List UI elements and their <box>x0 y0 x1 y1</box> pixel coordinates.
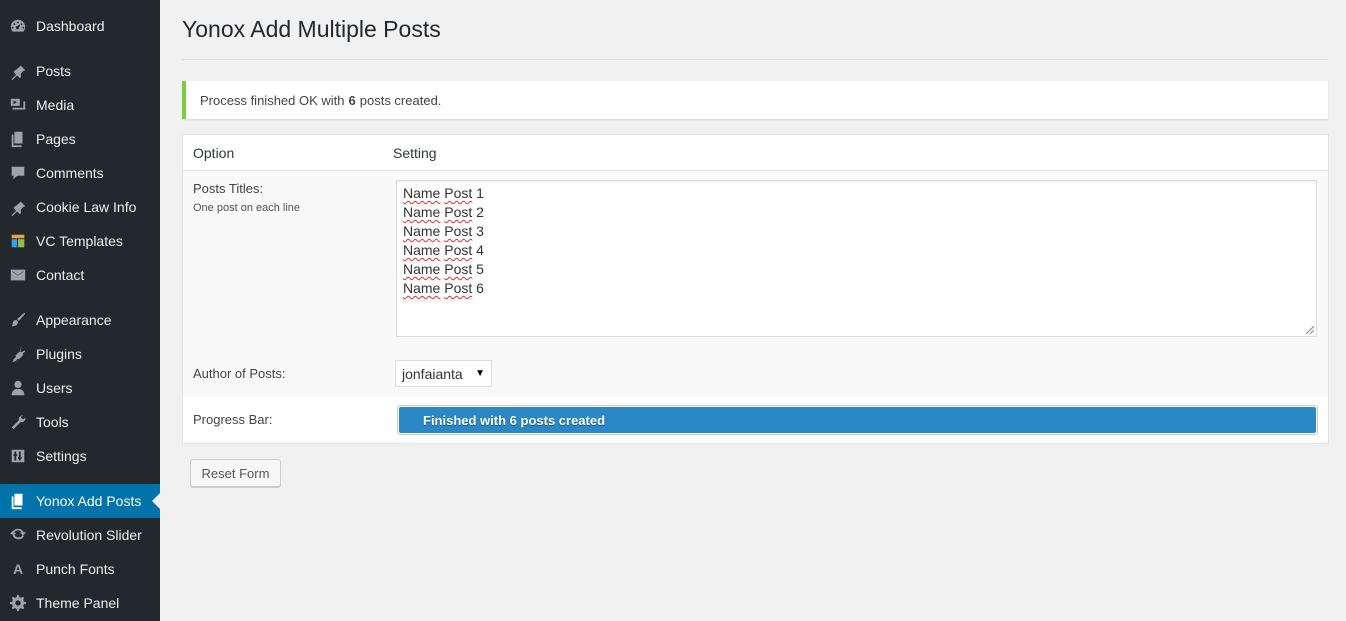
table-header: Option Setting <box>183 135 1328 171</box>
author-select[interactable]: jonfaianta ▼ <box>395 360 492 387</box>
textarea-line: Name Post 5 <box>403 261 484 277</box>
chevron-down-icon: ▼ <box>475 368 485 379</box>
sidebar-item-label: Pages <box>36 131 76 147</box>
progress-label: Progress Bar: <box>193 412 273 427</box>
success-notice: Process finished OK with 6 posts created… <box>182 81 1328 119</box>
wrench-icon <box>0 413 36 431</box>
sidebar-item-label: Settings <box>36 448 87 464</box>
notice-prefix: Process finished OK with <box>200 92 345 108</box>
reset-form-button[interactable]: Reset Form <box>190 459 281 487</box>
options-table: Option Setting Posts Titles: One post on… <box>182 134 1329 444</box>
sidebar-item-label: Punch Fonts <box>36 561 115 577</box>
sidebar-item-revolution-slider[interactable]: Revolution Slider <box>0 518 160 552</box>
sidebar-item-label: VC Templates <box>36 233 123 249</box>
sidebar-item-vc-templates[interactable]: VC Templates <box>0 224 160 258</box>
sidebar-item-label: Cookie Law Info <box>36 199 137 215</box>
textarea-line: Name Post 2 <box>403 204 484 220</box>
page-title: Yonox Add Multiple Posts <box>182 16 441 42</box>
sliders-icon <box>0 447 36 465</box>
textarea-line: Name Post 4 <box>403 242 484 258</box>
sidebar-item-yonox-add-posts[interactable]: Yonox Add Posts <box>0 484 160 518</box>
plug-icon <box>0 345 36 363</box>
posts-titles-textarea[interactable]: Name Post 1 Name Post 2 Name Post 3 Name… <box>396 180 1317 337</box>
sidebar-item-label: Tools <box>36 414 69 430</box>
sidebar-item-tools[interactable]: Tools <box>0 405 160 439</box>
textarea-line: Name Post 1 <box>403 185 484 201</box>
sidebar-item-dashboard[interactable]: Dashboard <box>0 9 160 43</box>
refresh-icon <box>0 526 36 544</box>
sidebar-item-label: Appearance <box>36 312 112 328</box>
sidebar-item-posts[interactable]: Posts <box>0 54 160 88</box>
resize-handle-icon[interactable] <box>1306 326 1314 334</box>
sidebar-item-theme-panel[interactable]: Theme Panel <box>0 586 160 620</box>
progress-text: Finished with 6 posts created <box>423 412 606 428</box>
sidebar-item-comments[interactable]: Comments <box>0 156 160 190</box>
textarea-line: Name Post 3 <box>403 223 484 239</box>
notice-count: 6 <box>348 92 356 108</box>
author-selected-value: jonfaianta <box>402 365 463 382</box>
sidebar-item-label: Revolution Slider <box>36 527 142 543</box>
sidebar-item-label: Media <box>36 97 75 113</box>
brush-icon <box>0 311 36 329</box>
envelope-icon <box>0 266 36 284</box>
grid-icon <box>0 232 36 250</box>
gear-icon <box>0 594 36 612</box>
font-icon: A <box>12 561 24 577</box>
author-label: Author of Posts: <box>193 366 286 381</box>
dashboard-icon <box>0 17 36 35</box>
media-icon <box>0 96 36 114</box>
sidebar-item-appearance[interactable]: Appearance <box>0 303 160 337</box>
progress-bar: Finished with 6 posts created <box>397 405 1318 435</box>
notice-suffix: posts created. <box>359 92 442 108</box>
posts-titles-label: Posts Titles: <box>193 181 264 196</box>
column-header-option: Option <box>193 145 235 161</box>
sidebar-item-settings[interactable]: Settings <box>0 439 160 473</box>
posts-titles-hint: One post on each line <box>193 202 301 214</box>
sidebar-item-label: Comments <box>36 165 104 181</box>
column-header-setting: Setting <box>393 145 437 161</box>
pin-icon <box>0 62 36 80</box>
textarea-line: Name Post 6 <box>403 280 484 296</box>
sidebar-item-label: Dashboard <box>36 18 105 34</box>
sidebar-item-label: Yonox Add Posts <box>36 493 142 509</box>
sidebar-item-contact[interactable]: Contact <box>0 258 160 292</box>
sidebar-item-label: Contact <box>36 267 85 283</box>
sidebar-item-users[interactable]: Users <box>0 371 160 405</box>
pages-icon <box>0 492 36 510</box>
sidebar-item-punch-fonts[interactable]: A Punch Fonts <box>0 552 160 586</box>
sidebar-item-pages[interactable]: Pages <box>0 122 160 156</box>
pin-icon <box>0 198 36 216</box>
sidebar-item-label: Posts <box>36 63 72 79</box>
sidebar-item-plugins[interactable]: Plugins <box>0 337 160 371</box>
sidebar-item-label: Plugins <box>36 346 82 362</box>
user-icon <box>0 379 36 397</box>
admin-sidebar: Dashboard Posts Media Pages Comments Coo… <box>0 0 160 621</box>
comment-icon <box>0 164 36 182</box>
progress-fill: Finished with 6 posts created <box>399 407 1316 433</box>
sidebar-item-cookie-law-info[interactable]: Cookie Law Info <box>0 190 160 224</box>
sidebar-item-label: Users <box>36 380 73 396</box>
title-divider <box>182 59 1328 60</box>
sidebar-item-media[interactable]: Media <box>0 88 160 122</box>
pages-icon <box>0 130 36 148</box>
sidebar-item-label: Theme Panel <box>36 595 120 611</box>
